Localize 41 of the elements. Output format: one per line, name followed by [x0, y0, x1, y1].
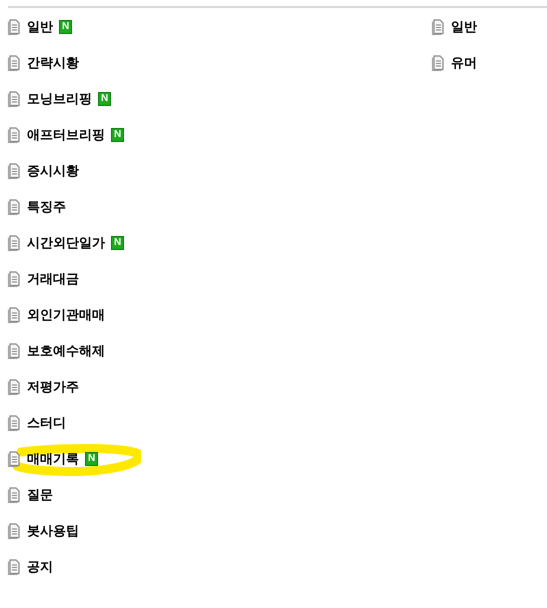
board-link[interactable]: 간략시황: [27, 53, 79, 73]
document-icon: [7, 487, 21, 503]
board-link[interactable]: 증시시황: [27, 161, 79, 181]
board-link[interactable]: 질문: [27, 485, 53, 505]
document-icon: [7, 343, 21, 359]
document-icon: [7, 415, 21, 431]
document-icon: [431, 19, 445, 35]
document-icon: [431, 55, 445, 71]
board-link[interactable]: 외인기관매매: [27, 305, 105, 325]
new-badge: N: [111, 236, 124, 250]
board-link[interactable]: 모닝브리핑: [27, 89, 92, 109]
board-link[interactable]: 특징주: [27, 197, 66, 217]
board-link[interactable]: 시간외단일가: [27, 233, 105, 253]
board-link[interactable]: 봇사용팁: [27, 521, 79, 541]
new-badge: N: [59, 20, 72, 34]
document-icon: [7, 235, 21, 251]
document-icon: [7, 55, 21, 71]
new-badge: N: [111, 128, 124, 142]
board-link[interactable]: 저평가주: [27, 377, 79, 397]
document-icon: [7, 379, 21, 395]
document-icon: [7, 559, 21, 575]
document-icon: [7, 127, 21, 143]
board-link[interactable]: 일반: [451, 17, 477, 37]
document-icon: [7, 199, 21, 215]
document-icon: [7, 523, 21, 539]
board-link[interactable]: 보호예수해제: [27, 341, 105, 361]
new-badge: N: [85, 452, 98, 466]
board-link[interactable]: 스터디: [27, 413, 66, 433]
document-icon: [7, 307, 21, 323]
board-link[interactable]: 거래대금: [27, 269, 79, 289]
board-link[interactable]: 일반: [27, 17, 53, 37]
board-link[interactable]: 애프터브리핑: [27, 125, 105, 145]
document-icon: [7, 163, 21, 179]
document-icon: [7, 271, 21, 287]
document-icon: [7, 19, 21, 35]
new-badge: N: [98, 92, 112, 106]
document-icon: [7, 451, 21, 467]
board-link[interactable]: 유머: [451, 53, 477, 73]
board-link[interactable]: 매매기록: [27, 449, 79, 469]
board-link[interactable]: 공지: [27, 557, 53, 577]
document-icon: [7, 91, 21, 107]
